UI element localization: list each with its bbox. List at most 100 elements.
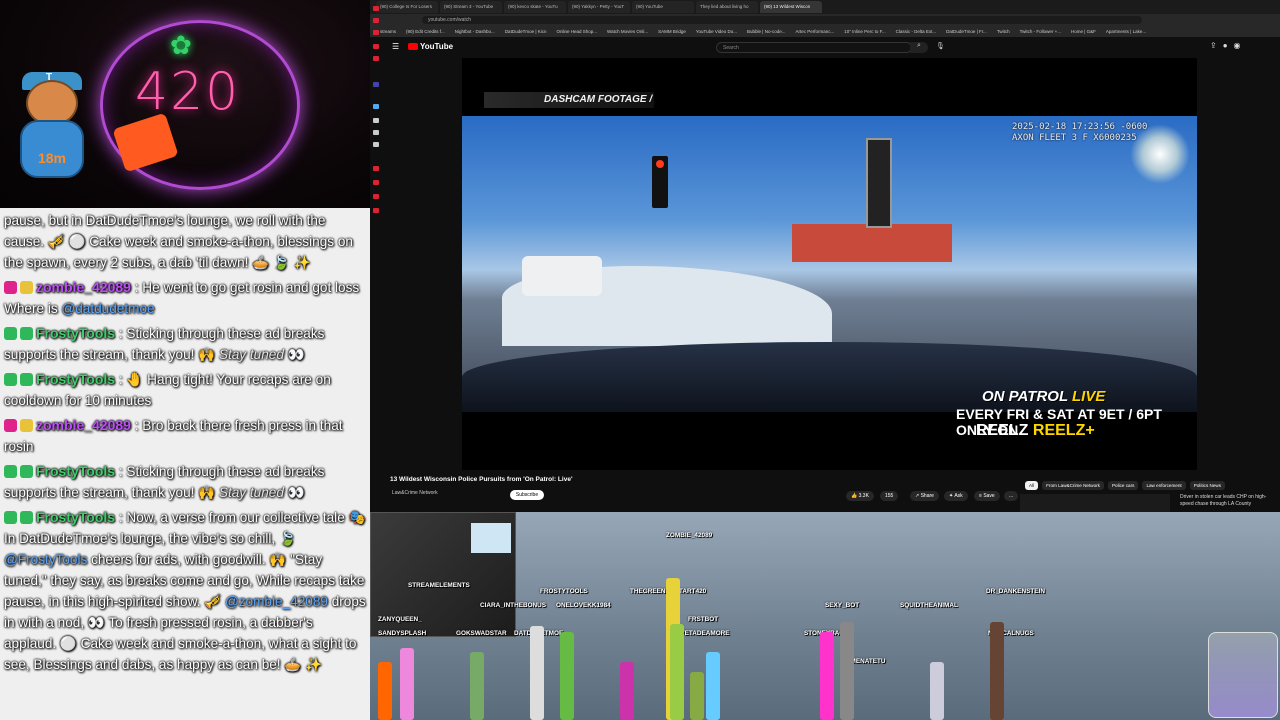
header-icons[interactable]: ⇪●◉ [1210, 41, 1247, 50]
subscribe-button[interactable]: Subscribe [510, 490, 544, 500]
bookmark-item[interactable]: Twitch - Follower +... [1020, 29, 1061, 34]
chat-emphasis: Stay tuned [218, 347, 284, 362]
search-icon[interactable]: ⌕ [910, 42, 928, 53]
sidebar-shortcut-icon[interactable] [373, 6, 379, 11]
promo-show: ON PATROL [982, 388, 1068, 405]
bookmark-item[interactable]: Nightbot - Dashbo... [455, 29, 495, 34]
bookmark-item[interactable]: streams [380, 29, 396, 34]
browser-tab[interactable]: (90) College Is For Losers [376, 1, 438, 13]
address-bar[interactable]: youtube.com/watch [422, 16, 1142, 24]
browser-tab[interactable]: (90) kevco skate - YouTu [504, 1, 566, 13]
sidebar-shortcut-icon[interactable] [373, 56, 379, 61]
recommended-thumbnail[interactable] [1020, 494, 1170, 512]
video-player[interactable]: DASHCAM FOOTAGE / 2025-02-18 17:23:56 -0… [462, 58, 1197, 470]
mod-badge-icon [4, 327, 17, 340]
bookmark-item[interactable]: Home | G&F [1071, 29, 1096, 34]
bookmark-item[interactable]: Online Head Shop... [557, 29, 598, 34]
more-button[interactable]: ... [1004, 491, 1019, 501]
stream-avatars-area: ZOMBIE_42089STREAMELEMENTSFROSTYTOOLSTHE… [370, 512, 1280, 720]
sidebar-shortcut-icon[interactable] [373, 208, 379, 213]
ask-button[interactable]: ✦ Ask [944, 491, 968, 501]
bookmark-item[interactable]: Apartments | Lake... [1106, 29, 1146, 34]
chat-username[interactable]: FrostyTools [36, 325, 115, 341]
share-button[interactable]: ↗ Share [910, 491, 939, 501]
sidebar-shortcut-icon[interactable] [373, 30, 379, 35]
filter-chip[interactable]: Police cars [1107, 481, 1139, 490]
chat-separator: : [115, 326, 127, 341]
filter-chip[interactable]: All [1025, 481, 1039, 490]
avatar-name: SEXY_BOT [825, 602, 860, 609]
bookmark-item[interactable]: Bubble | No-code... [747, 29, 785, 34]
browser-tab[interactable]: (90) Yakkyn - Petty - YouT [568, 1, 630, 13]
bookmark-item[interactable]: Twitch [997, 29, 1010, 34]
filter-chip[interactable]: Politics News [1189, 481, 1226, 490]
mascot-body [20, 120, 84, 178]
bookmark-item[interactable]: DatDudeTmoe | Fr... [946, 29, 987, 34]
youtube-logo[interactable]: YouTube [408, 42, 453, 51]
filter-chip[interactable]: From Law&Crime Network [1042, 481, 1104, 490]
bookmark-item[interactable]: 10" Inline Perc to F... [844, 29, 885, 34]
chat-username[interactable]: FrostyTools [36, 509, 115, 525]
avatar-sprite [690, 672, 704, 720]
promo-live: LIVE [1072, 388, 1106, 405]
mic-icon[interactable]: 🎙 [936, 42, 945, 50]
browser-sidebar [370, 0, 382, 512]
browser-tab[interactable]: (90) YouTube [632, 1, 694, 13]
save-button[interactable]: ≡ Save [974, 491, 1000, 501]
browser-tab[interactable]: They lied about living ho [696, 1, 758, 13]
filter-chip[interactable]: Law enforcement [1142, 481, 1186, 490]
chat-message: FrostyTools : Sticking through these ad … [4, 461, 366, 503]
mod-badge-icon [4, 373, 17, 386]
browser-tab[interactable]: (90) Stream 3 - YouTube [440, 1, 502, 13]
bookmark-item[interactable]: SAMM Bridge [658, 29, 686, 34]
chat-mention[interactable]: @FrostyTools [4, 552, 87, 567]
avatar-name: STREAMELEMENTS [408, 582, 470, 589]
chat-separator: : [115, 372, 127, 387]
bookmark-item[interactable]: Watch Movies Onli... [607, 29, 648, 34]
channel-name[interactable]: Law&Crime Network [392, 490, 438, 496]
sidebar-shortcut-icon[interactable] [373, 166, 379, 171]
chat-text: pause, but in DatDudeTmoe's lounge, we r… [4, 213, 353, 270]
bot-badge-icon [20, 511, 33, 524]
sidebar-shortcut-icon[interactable] [373, 104, 379, 109]
bookmark-item[interactable]: Artec Performanc... [795, 29, 834, 34]
avatar-name: CIARA_INTHEBONUS [480, 602, 547, 609]
search-input[interactable]: Search [716, 42, 912, 53]
neon-sign-number: 420 [135, 62, 241, 122]
youtube-header: ☰ YouTube Search ⌕ 🎙 ⇪●◉ [370, 38, 1280, 56]
chat-username[interactable]: FrostyTools [36, 463, 115, 479]
gas-station [792, 224, 952, 262]
bookmark-item[interactable]: YouTube Video Do... [696, 29, 737, 34]
chat-mention[interactable]: @zombie_42089 [225, 594, 328, 609]
like-count: 3.3K [858, 493, 869, 499]
dislike-button[interactable]: 155 [880, 491, 899, 501]
bookmark-item[interactable]: Classic - Delta Ext... [896, 29, 937, 34]
sidebar-shortcut-icon[interactable] [373, 44, 379, 49]
avatar-sprite [620, 662, 634, 720]
sidebar-shortcut-icon[interactable] [373, 118, 379, 123]
bookmark-item[interactable]: DatDudeTmoe | Kicn [505, 29, 547, 34]
like-button[interactable]: 👍 3.3K [846, 491, 874, 501]
recommended-title[interactable]: Driver in stolen car leads CHP on high-s… [1180, 494, 1270, 508]
sidebar-shortcut-icon[interactable] [373, 142, 379, 147]
bot-badge-icon [20, 465, 33, 478]
bookmark-item[interactable]: (90) Edit Credits f... [406, 29, 445, 34]
chat-username[interactable]: zombie_42089 [36, 279, 131, 295]
sidebar-shortcut-icon[interactable] [373, 194, 379, 199]
avatar-sprite [400, 648, 414, 720]
sidebar-shortcut-icon[interactable] [373, 18, 379, 23]
browser-tab[interactable]: (90) 13 Wildest Wiscon [760, 1, 822, 13]
menu-icon[interactable]: ☰ [392, 42, 399, 51]
chat-separator: : [130, 280, 143, 295]
vip-badge-icon [4, 281, 17, 294]
sidebar-shortcut-icon[interactable] [373, 180, 379, 185]
sidebar-shortcut-icon[interactable] [373, 82, 379, 87]
chat-username[interactable]: FrostyTools [36, 371, 115, 387]
white-suv [522, 256, 602, 296]
avatar-sprite [840, 622, 854, 720]
sidebar-shortcut-icon[interactable] [373, 130, 379, 135]
avatar-sprite [706, 652, 720, 720]
mascot-bear: T 18m [6, 72, 98, 200]
chat-mention[interactable]: @datdudetmoe [61, 301, 154, 316]
chat-username[interactable]: zombie_42089 [36, 417, 131, 433]
